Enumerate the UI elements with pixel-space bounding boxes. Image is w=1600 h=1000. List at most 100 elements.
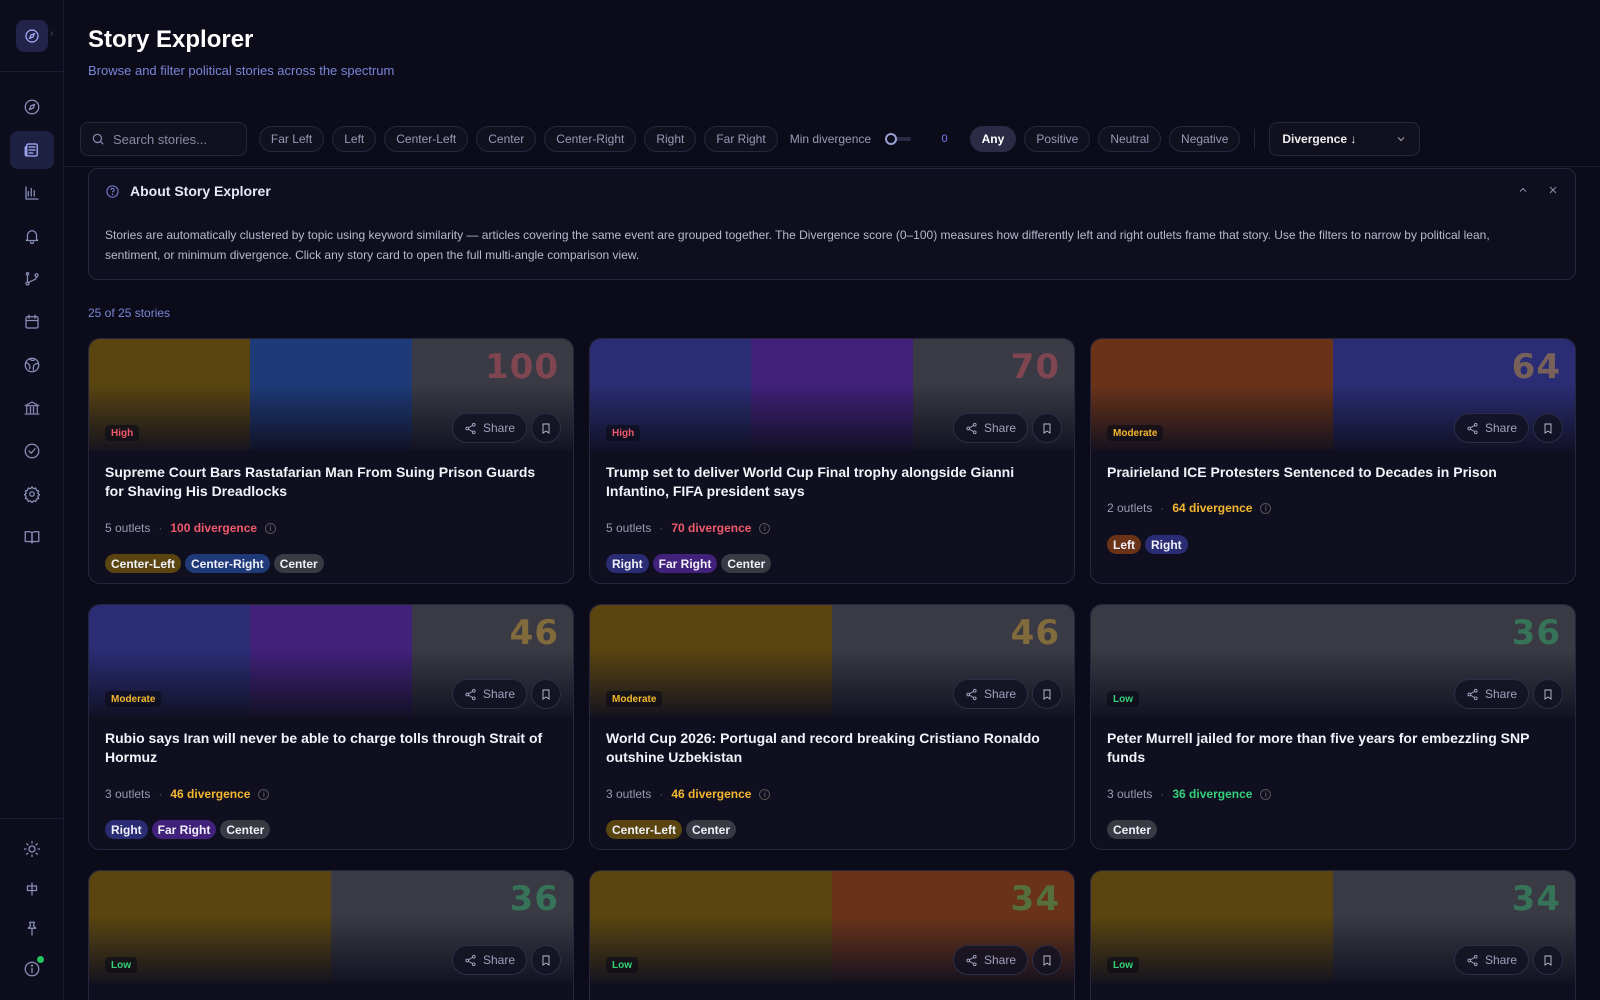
bookmark-button[interactable] bbox=[1533, 945, 1563, 975]
story-card[interactable]: 36 Low Share bbox=[88, 870, 574, 1000]
story-card[interactable]: 34 Low Share bbox=[589, 870, 1075, 1000]
nav-calendar[interactable] bbox=[10, 303, 54, 341]
share-button[interactable]: Share bbox=[1453, 679, 1529, 709]
pin-button[interactable] bbox=[10, 910, 54, 948]
info-button[interactable] bbox=[10, 950, 54, 988]
story-card[interactable]: 46 Moderate Share Rubio says Iran will n… bbox=[88, 604, 574, 850]
language-icon bbox=[26, 882, 38, 896]
story-card[interactable]: 34 Low Share bbox=[1090, 870, 1576, 1000]
nav-alerts[interactable] bbox=[10, 217, 54, 255]
chip-far-left[interactable]: Far Left bbox=[258, 126, 325, 152]
bookmark-button[interactable] bbox=[531, 945, 561, 975]
nav-global[interactable] bbox=[10, 346, 54, 384]
story-title: Prairieland ICE Protesters Sentenced to … bbox=[1107, 464, 1497, 480]
story-card[interactable]: 70 High Share Trump set to deliver World… bbox=[589, 338, 1075, 584]
app-logo-button[interactable] bbox=[16, 20, 48, 52]
info-icon[interactable]: i bbox=[1260, 788, 1272, 800]
story-card[interactable]: 46 Moderate Share World Cup 2026: Portug… bbox=[589, 604, 1075, 850]
nav-story-explorer[interactable] bbox=[10, 131, 54, 169]
bookmark-button[interactable] bbox=[1032, 679, 1062, 709]
bar-chart-icon bbox=[25, 186, 39, 200]
nav-discover[interactable] bbox=[10, 88, 54, 126]
sentiment-negative[interactable]: Negative bbox=[1169, 126, 1241, 152]
share-icon bbox=[966, 954, 977, 966]
search-icon bbox=[92, 133, 104, 145]
story-meta: 3 outlets · 46 divergence i bbox=[105, 787, 270, 801]
info-icon[interactable]: i bbox=[759, 788, 771, 800]
story-title: Peter Murrell jailed for more than five … bbox=[1107, 730, 1530, 765]
info-icon[interactable]: i bbox=[258, 788, 270, 800]
search-box[interactable] bbox=[80, 122, 247, 156]
lean-tags: Right Far Right Center bbox=[105, 820, 271, 839]
share-button[interactable]: Share bbox=[952, 679, 1028, 709]
info-icon[interactable]: i bbox=[265, 522, 277, 534]
card-banner: 100 High Share bbox=[89, 339, 573, 451]
lean-tag: Center bbox=[1107, 820, 1158, 839]
collapse-button[interactable] bbox=[1517, 183, 1529, 201]
search-input[interactable] bbox=[113, 131, 243, 147]
divergence-text: 70 divergence bbox=[671, 521, 752, 535]
story-card[interactable]: 100 High Share Supreme Court Bars Rastaf… bbox=[88, 338, 574, 584]
theme-toggle[interactable] bbox=[10, 830, 54, 868]
nav-verified[interactable] bbox=[10, 432, 54, 470]
bookmark-button[interactable] bbox=[1032, 413, 1062, 443]
divergence-score: 46 bbox=[509, 613, 559, 653]
share-icon bbox=[1467, 688, 1478, 700]
close-button[interactable] bbox=[1547, 183, 1559, 201]
info-icon[interactable]: i bbox=[759, 522, 771, 534]
language-toggle[interactable] bbox=[10, 870, 54, 908]
lean-tag: Center-Right bbox=[185, 554, 270, 573]
info-icon[interactable]: i bbox=[1260, 502, 1272, 514]
globe-icon bbox=[24, 357, 40, 373]
share-button[interactable]: Share bbox=[1453, 413, 1529, 443]
meta-separator: · bbox=[1160, 787, 1165, 801]
story-card[interactable]: 36 Low Share Peter Murrell jailed for mo… bbox=[1090, 604, 1576, 850]
divergence-level-badge: Moderate bbox=[606, 691, 663, 707]
share-button[interactable]: Share bbox=[952, 945, 1028, 975]
bookmark-button[interactable] bbox=[531, 679, 561, 709]
share-button[interactable]: Share bbox=[1453, 945, 1529, 975]
nav-branches[interactable] bbox=[10, 260, 54, 298]
card-banner: 46 Moderate Share bbox=[89, 605, 573, 717]
chip-center[interactable]: Center bbox=[476, 126, 537, 152]
share-button[interactable]: Share bbox=[952, 413, 1028, 443]
chip-center-right[interactable]: Center-Right bbox=[544, 126, 637, 152]
chip-right[interactable]: Right bbox=[644, 126, 697, 152]
nav-institutions[interactable] bbox=[10, 389, 54, 427]
bookmark-icon bbox=[1043, 955, 1051, 966]
chip-left[interactable]: Left bbox=[332, 126, 377, 152]
chevron-right-icon[interactable]: › bbox=[50, 28, 53, 39]
chip-far-right[interactable]: Far Right bbox=[704, 126, 778, 152]
bell-icon bbox=[25, 230, 39, 245]
share-button[interactable]: Share bbox=[451, 945, 527, 975]
sentiment-any[interactable]: Any bbox=[969, 126, 1017, 152]
sort-select[interactable]: Divergence ↓ bbox=[1269, 122, 1420, 156]
outlet-count: 3 outlets bbox=[606, 787, 652, 801]
nav-settings[interactable] bbox=[10, 475, 54, 513]
nav-analytics[interactable] bbox=[10, 174, 54, 212]
bookmark-button[interactable] bbox=[531, 413, 561, 443]
divergence-level-badge: High bbox=[606, 425, 641, 441]
share-button[interactable]: Share bbox=[451, 679, 527, 709]
sentiment-neutral[interactable]: Neutral bbox=[1098, 126, 1162, 152]
share-icon bbox=[966, 422, 977, 434]
sentiment-positive[interactable]: Positive bbox=[1024, 126, 1091, 152]
sidebar: › bbox=[0, 0, 64, 1000]
nav-guide[interactable] bbox=[10, 518, 54, 556]
divergence-text: 36 divergence bbox=[1172, 787, 1253, 801]
bookmark-button[interactable] bbox=[1032, 945, 1062, 975]
divergence-level-badge: Low bbox=[1107, 691, 1139, 707]
bookmark-button[interactable] bbox=[1533, 413, 1563, 443]
landmark-icon bbox=[24, 401, 40, 415]
min-divergence-slider[interactable] bbox=[885, 133, 912, 145]
story-card[interactable]: 64 Moderate Share Prairieland ICE Protes… bbox=[1090, 338, 1576, 584]
outlet-count: 5 outlets bbox=[105, 521, 151, 535]
share-button[interactable]: Share bbox=[451, 413, 527, 443]
meta-separator: · bbox=[158, 787, 163, 801]
sort-label: Divergence ↓ bbox=[1282, 132, 1357, 146]
chip-center-left[interactable]: Center-Left bbox=[384, 126, 469, 152]
min-divergence-label: Min divergence bbox=[789, 132, 872, 146]
outlet-count: 5 outlets bbox=[606, 521, 652, 535]
bookmark-button[interactable] bbox=[1533, 679, 1563, 709]
share-icon bbox=[1467, 422, 1478, 434]
